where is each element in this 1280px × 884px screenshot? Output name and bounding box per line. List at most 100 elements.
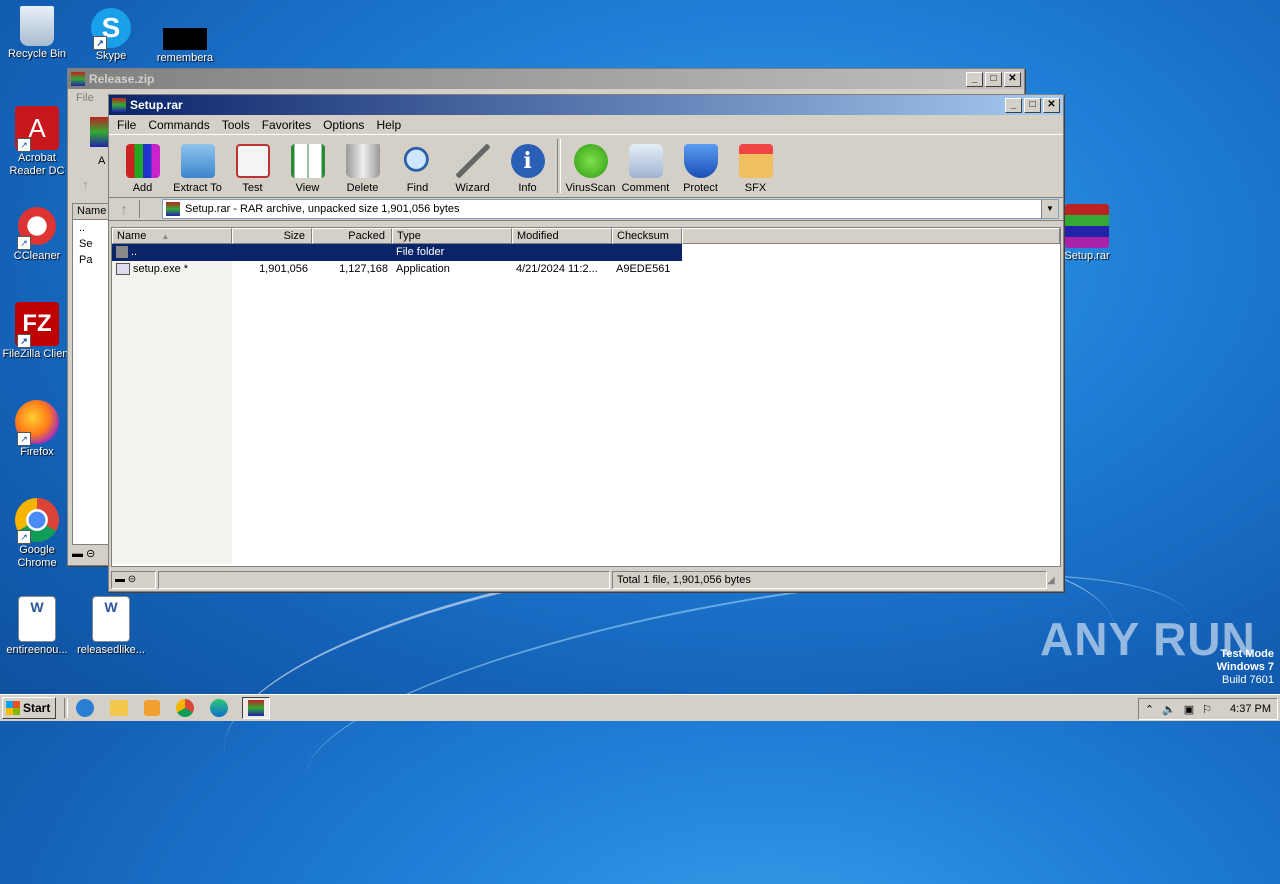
desktop-icon-recycle-bin[interactable]: Recycle Bin <box>0 6 74 61</box>
close-button[interactable]: ✕ <box>1043 97 1060 113</box>
menu-help[interactable]: Help <box>370 118 407 132</box>
maximize-button[interactable]: □ <box>985 71 1002 87</box>
wand-icon <box>455 144 490 178</box>
menu-tools[interactable]: Tools <box>216 118 256 132</box>
drive-icon: ▬ ⊝ <box>72 548 96 560</box>
add-button[interactable]: Add <box>115 144 170 197</box>
comment-icon <box>628 144 663 178</box>
release-zip-titlebar[interactable]: Release.zip _ □ ✕ <box>68 69 1024 89</box>
chrome-icon: ↗ <box>15 498 59 544</box>
desktop-icon-word-doc-2[interactable]: W releasedlike... <box>74 596 148 657</box>
start-button[interactable]: Start <box>2 697 56 719</box>
shield-icon <box>683 144 718 178</box>
col-checksum[interactable]: Checksum <box>612 228 682 244</box>
menu-favorites[interactable]: Favorites <box>256 118 317 132</box>
window-title: Setup.rar <box>130 98 183 112</box>
test-button[interactable]: Test <box>225 144 280 197</box>
extract-to-button[interactable]: Extract To <box>170 144 225 197</box>
menu-bar: File Commands Tools Favorites Options He… <box>109 115 1063 134</box>
winrar-taskbar-button[interactable] <box>242 697 270 719</box>
add-books-icon <box>125 144 160 178</box>
protect-button[interactable]: Protect <box>673 144 728 197</box>
menu-options[interactable]: Options <box>317 118 370 132</box>
delete-button[interactable]: Delete <box>335 144 390 197</box>
setup-rar-titlebar[interactable]: Setup.rar _ □ ✕ <box>109 95 1063 115</box>
explorer-icon[interactable] <box>110 700 128 716</box>
windows-logo-icon <box>6 701 20 715</box>
firefox-icon: ↗ <box>15 400 59 446</box>
col-modified[interactable]: Modified <box>512 228 612 244</box>
archive-path-field[interactable]: Setup.rar - RAR archive, unpacked size 1… <box>162 199 1059 219</box>
desktop-icon-word-doc-1[interactable]: W entireenou... <box>0 596 74 657</box>
filezilla-icon: FZ ↗ <box>15 302 59 348</box>
ie-icon[interactable] <box>76 699 94 717</box>
view-book-icon <box>290 144 325 178</box>
close-button[interactable]: ✕ <box>1004 71 1021 87</box>
black-file-icon <box>163 28 207 50</box>
skype-icon: S ↗ <box>91 8 131 50</box>
table-row[interactable]: .. File folder <box>112 244 682 261</box>
magnifier-icon <box>400 144 435 178</box>
file-list[interactable]: Name ▲ Size Packed Type Modified Checksu… <box>111 227 1061 567</box>
back-file-list[interactable]: Name .. Se Pa <box>72 203 110 545</box>
menu-file[interactable]: File <box>111 118 142 132</box>
col-packed[interactable]: Packed <box>312 228 392 244</box>
toolbar-separator <box>557 139 561 193</box>
resize-grip-icon[interactable]: ◢ <box>1047 575 1059 586</box>
virus-icon <box>573 144 608 178</box>
view-button[interactable]: View <box>280 144 335 197</box>
virusscan-button[interactable]: VirusScan <box>563 144 618 197</box>
status-text: Total 1 file, 1,901,056 bytes <box>612 571 1047 589</box>
winrar-app-icon <box>248 700 264 716</box>
desktop-icon-acrobat[interactable]: A ↗ Acrobat Reader DC <box>0 106 74 178</box>
menu-commands[interactable]: Commands <box>142 118 215 132</box>
address-bar: ↑ Setup.rar - RAR archive, unpacked size… <box>109 198 1063 221</box>
edge-icon[interactable] <box>210 699 228 717</box>
clock[interactable]: 4:37 PM <box>1230 703 1271 715</box>
desktop-icon-filezilla[interactable]: FZ ↗ FileZilla Client <box>0 302 74 361</box>
up-arrow-icon[interactable]: ↑ <box>82 177 89 192</box>
desktop-icon-remembera[interactable]: remembera <box>148 28 222 65</box>
minimize-button[interactable]: _ <box>1005 97 1022 113</box>
chevron-down-icon[interactable]: ▼ <box>1041 200 1058 218</box>
flag-icon[interactable]: ⚐ <box>1202 703 1212 716</box>
up-folder-button[interactable]: ↑ <box>109 201 139 217</box>
ccleaner-icon: ↗ <box>15 204 59 250</box>
col-name[interactable]: Name ▲ <box>112 228 232 244</box>
toolbar: Add Extract To Test View Delete Find Wiz… <box>109 134 1063 198</box>
trash-icon <box>345 144 380 178</box>
minimize-button[interactable]: _ <box>966 71 983 87</box>
sfx-button[interactable]: SFX <box>728 144 783 197</box>
sort-ascending-icon: ▲ <box>161 232 170 241</box>
folder-up-icon <box>116 246 128 259</box>
winrar-app-icon <box>71 72 85 86</box>
extract-folder-icon <box>180 144 215 178</box>
winrar-archive-icon <box>166 202 180 216</box>
wizard-button[interactable]: Wizard <box>445 144 500 197</box>
col-type[interactable]: Type <box>392 228 512 244</box>
setup-rar-window[interactable]: Setup.rar _ □ ✕ File Commands Tools Favo… <box>108 94 1064 592</box>
list-header: Name ▲ Size Packed Type Modified Checksu… <box>112 228 1060 244</box>
desktop-icon-skype[interactable]: S ↗ Skype <box>74 8 148 63</box>
network-icon[interactable]: ▣ <box>1184 703 1194 716</box>
find-button[interactable]: Find <box>390 144 445 197</box>
info-button[interactable]: i Info <box>500 144 555 197</box>
desktop-icon-ccleaner[interactable]: ↗ CCleaner <box>0 204 74 263</box>
table-row[interactable]: setup.exe * 1,901,056 1,127,168 Applicat… <box>112 261 1060 278</box>
test-clipboard-icon <box>235 144 270 178</box>
chrome-icon[interactable] <box>176 699 194 717</box>
desktop-icon-firefox[interactable]: ↗ Firefox <box>0 400 74 459</box>
sfx-box-icon <box>738 144 773 178</box>
system-tray: ⌃ 🔈 ▣ ⚐ 4:37 PM <box>1137 698 1278 720</box>
maximize-button[interactable]: □ <box>1024 97 1041 113</box>
comment-button[interactable]: Comment <box>618 144 673 197</box>
col-size[interactable]: Size <box>232 228 312 244</box>
word-doc-icon: W <box>18 596 56 642</box>
winrar-app-icon <box>112 98 126 112</box>
desktop-icon-chrome[interactable]: ↗ Google Chrome <box>0 498 74 570</box>
volume-icon[interactable]: 🔈 <box>1162 703 1176 716</box>
drive-icon[interactable]: ▬ ⊝ <box>111 571 156 589</box>
media-player-icon[interactable] <box>144 700 160 716</box>
addr-separator <box>139 200 140 218</box>
chevron-up-icon[interactable]: ⌃ <box>1145 703 1154 716</box>
